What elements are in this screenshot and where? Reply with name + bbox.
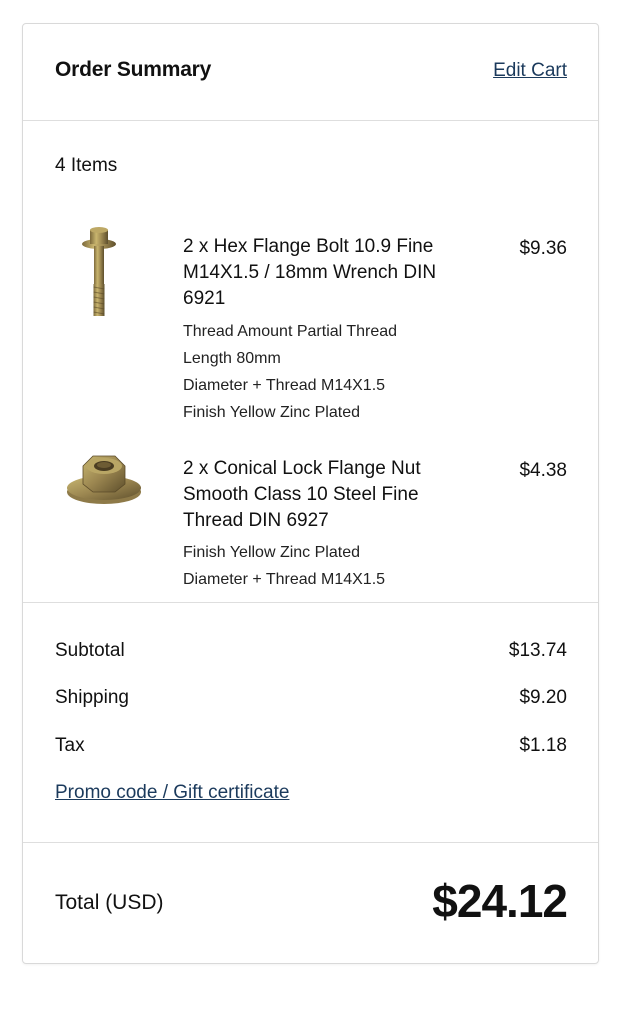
flange-nut-image (65, 446, 143, 517)
divider (23, 602, 598, 603)
page-title: Order Summary (55, 58, 212, 81)
item-price: $9.36 (519, 238, 567, 259)
item-option: Diameter + Thread M14X1.5 (183, 377, 386, 394)
tax-value: $1.18 (519, 735, 567, 756)
subtotal-row: Subtotal $13.74 (55, 640, 567, 662)
order-summary-header: Order Summary Edit Cart (23, 24, 598, 120)
item-price: $4.38 (519, 460, 567, 481)
tax-label: Tax (55, 735, 85, 756)
promo-code-link[interactable]: Promo code / Gift certificate (55, 782, 289, 804)
item-name: 2 x Conical Lock Flange Nut Smooth Class… (183, 458, 421, 531)
items-count: 4 Items (55, 155, 118, 176)
hex-flange-bolt-image (79, 222, 119, 327)
item-options: Finish Yellow Zinc Plated Diameter + Thr… (183, 539, 385, 593)
item-option: Thread Amount Partial Thread (183, 323, 398, 340)
tax-row: Tax $1.18 (55, 735, 567, 757)
edit-cart-link[interactable]: Edit Cart (493, 60, 567, 82)
order-summary-card: Order Summary Edit Cart 4 Items 2 x Hex … (22, 23, 599, 964)
shipping-label: Shipping (55, 687, 129, 708)
item-name: 2 x Hex Flange Bolt 10.9 Fine M14X1.5 / … (183, 236, 437, 309)
shipping-value: $9.20 (519, 687, 567, 708)
item-option: Finish Yellow Zinc Plated (183, 404, 360, 421)
total-value: $24.12 (432, 875, 568, 927)
divider (23, 842, 598, 843)
subtotal-label: Subtotal (55, 640, 125, 661)
total-label: Total (USD) (55, 891, 164, 914)
divider (23, 120, 598, 121)
item-options: Thread Amount Partial Thread Length 80mm… (183, 318, 397, 426)
item-option: Finish Yellow Zinc Plated (183, 544, 360, 561)
item-option: Diameter + Thread M14X1.5 (183, 571, 386, 588)
item-option: Length 80mm (183, 350, 281, 367)
shipping-row: Shipping $9.20 (55, 687, 567, 709)
subtotal-value: $13.74 (508, 640, 567, 661)
